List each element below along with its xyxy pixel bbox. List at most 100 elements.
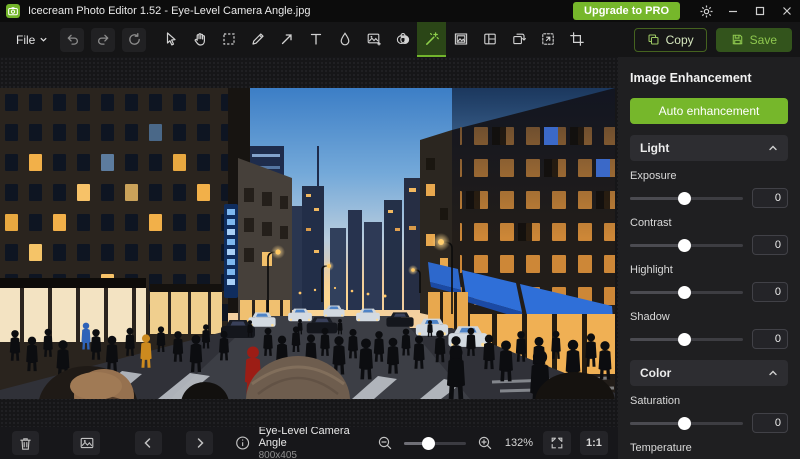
slider-row-highlight: Highlight 0 [630, 264, 788, 302]
shadow-slider-handle[interactable] [677, 332, 691, 346]
copy-button-label: Copy [665, 32, 694, 47]
tool-resize[interactable] [533, 22, 562, 57]
tool-rotate[interactable] [504, 22, 533, 57]
maximize-icon [755, 6, 764, 16]
resize-icon [542, 32, 554, 45]
shadow-slider[interactable] [630, 332, 743, 347]
reset-icon [129, 33, 140, 45]
zoom-slider-handle[interactable] [422, 436, 436, 450]
statusbar: Eye-Level Camera Angle 800x405 132% 1:1 [0, 424, 618, 459]
zoom-in-button[interactable] [475, 433, 495, 453]
zoom-in-icon [478, 436, 492, 450]
saturation-label: Saturation [630, 395, 681, 407]
tool-text[interactable] [301, 22, 330, 57]
zoom-out-icon [378, 436, 392, 450]
auto-enhancement-button[interactable]: Auto enhancement [630, 98, 788, 124]
file-menu[interactable]: File [8, 22, 56, 57]
tool-select[interactable] [214, 22, 243, 57]
pencil-icon [252, 32, 264, 45]
chevron-up-icon [769, 145, 777, 151]
tool-arrow[interactable] [272, 22, 301, 57]
redo-button[interactable] [91, 27, 116, 52]
next-image-button[interactable] [186, 431, 214, 455]
delete-image-button[interactable] [12, 431, 39, 455]
contrast-label: Contrast [630, 217, 672, 229]
titlebar: Icecream Photo Editor 1.52 - Eye-Level C… [0, 0, 800, 22]
section-header-color[interactable]: Color [630, 360, 788, 386]
tool-pencil[interactable] [243, 22, 272, 57]
temperature-label: Temperature [630, 442, 692, 454]
tool-crop[interactable] [562, 22, 591, 57]
tool-frame[interactable] [446, 22, 475, 57]
contrast-value[interactable]: 0 [752, 235, 788, 255]
tool-add-image[interactable] [359, 22, 388, 57]
slider-row-shadow: Shadow 0 [630, 311, 788, 349]
minimize-icon [728, 10, 737, 13]
fit-screen-button[interactable] [542, 431, 571, 455]
toolbar: File Copy Save [0, 22, 800, 57]
redo-icon [97, 34, 109, 45]
rotate-icon [513, 33, 526, 44]
close-button[interactable] [773, 1, 800, 21]
contrast-slider[interactable] [630, 238, 743, 253]
gallery-button[interactable] [73, 431, 101, 455]
text-icon [310, 33, 321, 45]
photo-city-street[interactable] [0, 88, 615, 399]
frame-icon [454, 32, 467, 45]
tool-pointer[interactable] [156, 22, 185, 57]
image-plus-icon [367, 33, 381, 45]
saturation-slider[interactable] [630, 416, 743, 431]
canvas-area[interactable] [0, 57, 618, 427]
chevron-up-icon [769, 370, 777, 376]
saturation-value[interactable]: 0 [752, 413, 788, 433]
reset-button[interactable] [122, 27, 147, 52]
app-logo-icon [6, 4, 20, 18]
zoom-level: 132% [504, 437, 534, 449]
exposure-slider-handle[interactable] [677, 191, 691, 205]
droplet-icon [340, 31, 350, 45]
upgrade-to-pro-button[interactable]: Upgrade to PRO [573, 2, 680, 20]
copy-button[interactable]: Copy [633, 27, 707, 52]
image-title: Eye-Level Camera Angle [258, 424, 350, 450]
tool-blur[interactable] [330, 22, 359, 57]
tool-magic-wand[interactable] [417, 22, 447, 57]
fullscreen-icon [551, 437, 563, 449]
tool-collage[interactable] [475, 22, 504, 57]
shadow-value[interactable]: 0 [752, 329, 788, 349]
settings-button[interactable] [693, 1, 719, 21]
highlight-slider[interactable] [630, 285, 743, 300]
gallery-icon [80, 437, 94, 449]
save-button[interactable]: Save [715, 27, 792, 52]
exposure-slider[interactable] [630, 191, 743, 206]
actual-size-button[interactable]: 1:1 [579, 431, 608, 455]
gear-icon [700, 5, 712, 17]
save-icon [732, 34, 742, 45]
slider-row-saturation: Saturation 0 [630, 395, 788, 433]
maximize-button[interactable] [746, 1, 773, 21]
exposure-value[interactable]: 0 [752, 188, 788, 208]
pointer-icon [166, 31, 176, 45]
undo-icon [67, 34, 78, 45]
tool-hand[interactable] [185, 22, 214, 57]
highlight-value[interactable]: 0 [752, 282, 788, 302]
trash-icon [20, 437, 31, 450]
minimize-button[interactable] [719, 1, 746, 21]
crop-icon [570, 31, 584, 46]
section-color-label: Color [640, 366, 672, 380]
highlight-slider-handle[interactable] [677, 285, 691, 299]
zoom-slider[interactable] [403, 436, 466, 450]
close-icon [782, 7, 791, 15]
file-menu-label: File [16, 32, 36, 47]
tool-color-filter[interactable] [388, 22, 417, 57]
saturation-slider-handle[interactable] [677, 416, 691, 430]
arrow-icon [281, 33, 292, 44]
window-title: Icecream Photo Editor 1.52 - Eye-Level C… [28, 5, 311, 17]
highlight-label: Highlight [630, 264, 673, 276]
previous-image-button[interactable] [134, 431, 162, 455]
panel-title: Image Enhancement [630, 71, 752, 85]
undo-button[interactable] [60, 27, 85, 52]
section-header-light[interactable]: Light [630, 135, 788, 161]
zoom-out-button[interactable] [375, 433, 395, 453]
select-icon [223, 32, 235, 45]
contrast-slider-handle[interactable] [677, 238, 691, 252]
